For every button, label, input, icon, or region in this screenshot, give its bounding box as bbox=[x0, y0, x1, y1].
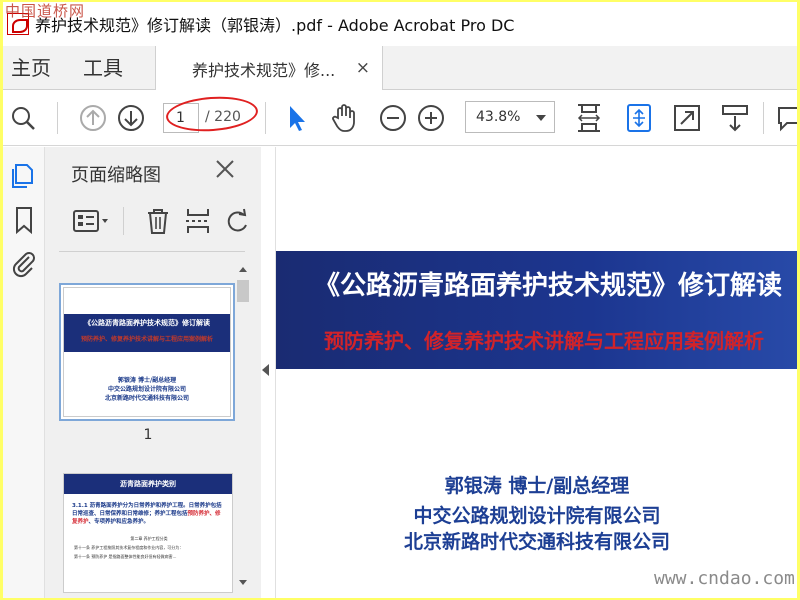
thumbnail-org-2: 北京新路时代交通科技有限公司 bbox=[104, 395, 189, 402]
delete-icon[interactable] bbox=[141, 205, 175, 237]
thumbnail-author-block: 郭银涛 博士/副总经理 中交公路规划设计院有限公司 北京新路时代交通科技有限公司 bbox=[64, 376, 230, 403]
thumbnail-banner: 《公路沥青路面养护技术规范》修订解读 预防养护、修复养护技术讲解与工程应用案例解… bbox=[64, 314, 230, 352]
thumbnail-title: 《公路沥青路面养护技术规范》修订解读 bbox=[84, 319, 210, 327]
zoom-out-icon[interactable] bbox=[377, 102, 409, 134]
scrolling-mode-icon[interactable] bbox=[623, 102, 655, 134]
toolbar-divider bbox=[265, 102, 266, 134]
thumbnail-line-1: 第二章 养护工程分类 bbox=[130, 536, 168, 541]
toolbar-divider bbox=[763, 102, 764, 134]
panel-title: 页面缩略图 bbox=[71, 165, 161, 186]
document-tab-label: 养护技术规范》修... bbox=[192, 60, 336, 80]
panel-divider bbox=[59, 251, 245, 252]
thumbnail-lines: 第二章 养护工程分类 第十一条 养护工程按照其技术复杂程度和作业内容，可分为： … bbox=[74, 534, 224, 561]
close-tab-icon[interactable]: × bbox=[356, 58, 370, 78]
hand-tool-icon[interactable] bbox=[328, 102, 360, 134]
thumbnail-page-1[interactable]: 《公路沥青路面养护技术规范》修订解读 预防养护、修复养护技术讲解与工程应用案例解… bbox=[59, 283, 235, 421]
toolbar: / 220 43.8% bbox=[3, 90, 797, 146]
chevron-down-icon bbox=[536, 115, 546, 121]
read-mode-icon[interactable] bbox=[719, 102, 751, 134]
tab-document[interactable]: 养护技术规范》修... × bbox=[155, 46, 383, 91]
thumbnails-panel: 页面缩略图 《公路沥青路面养护技术规范》修订解读 预防养护、修复养护技术讲解与工… bbox=[45, 147, 261, 598]
title-bar: 养护技术规范》修订解读（郭银涛）.pdf - Adobe Acrobat Pro… bbox=[3, 2, 797, 46]
document-view: 《公路沥青路面养护技术规范》修订解读 预防养护、修复养护技术讲解与工程应用案例解… bbox=[275, 147, 797, 598]
thumbnail-org-1: 中交公路规划设计院有限公司 bbox=[107, 386, 186, 393]
document-banner: 《公路沥青路面养护技术规范》修订解读 预防养护、修复养护技术讲解与工程应用案例解… bbox=[276, 251, 797, 369]
fit-page-icon[interactable] bbox=[573, 102, 605, 134]
window-title: 养护技术规范》修订解读（郭银涛）.pdf - Adobe Acrobat Pro… bbox=[35, 16, 515, 35]
search-icon[interactable] bbox=[7, 102, 39, 134]
thumbnail-heading: 沥青路面养护类别 bbox=[64, 474, 232, 494]
zoom-select[interactable]: 43.8% bbox=[465, 101, 555, 133]
toolbar-divider bbox=[123, 207, 124, 235]
scrollbar-thumb[interactable] bbox=[237, 280, 249, 302]
next-page-icon[interactable] bbox=[115, 102, 147, 134]
thumbnail-page-1-content: 《公路沥青路面养护技术规范》修订解读 预防养护、修复养护技术讲解与工程应用案例解… bbox=[63, 287, 231, 417]
tab-tools[interactable]: 工具 bbox=[83, 46, 123, 90]
tab-home[interactable]: 主页 bbox=[11, 46, 51, 90]
thumbnail-paragraph: 3.1.1 沥青路面养护分为日常养护和养护工程。日常养护包括日常巡查、日常保养和… bbox=[72, 502, 226, 526]
full-screen-icon[interactable] bbox=[671, 102, 703, 134]
tab-bar: 主页 工具 养护技术规范》修... × bbox=[3, 46, 797, 91]
watermark-bottom: www.cndao.com bbox=[654, 568, 795, 589]
thumbnail-line-2: 第十一条 养护工程按照其技术复杂程度和作业内容，可分为： bbox=[74, 545, 184, 550]
thumbnail-subtitle: 预防养护、修复养护技术讲解与工程应用案例解析 bbox=[80, 336, 213, 343]
panel-toolbar bbox=[45, 201, 261, 241]
close-icon[interactable] bbox=[213, 157, 237, 181]
thumbnail-page-2[interactable]: 沥青路面养护类别 3.1.1 沥青路面养护分为日常养护和养护工程。日常养护包括日… bbox=[63, 473, 233, 593]
options-menu-icon[interactable] bbox=[71, 205, 111, 237]
document-subtitle: 预防养护、修复养护技术讲解与工程应用案例解析 bbox=[324, 329, 764, 353]
watermark-top: 中国道桥网 bbox=[5, 2, 86, 20]
collapse-panel-icon[interactable] bbox=[262, 364, 269, 376]
page-thumbnails-icon[interactable] bbox=[7, 159, 41, 193]
scroll-down-icon[interactable] bbox=[235, 574, 251, 590]
zoom-in-icon[interactable] bbox=[415, 102, 447, 134]
document-title: 《公路沥青路面养护技术规范》修订解读 bbox=[314, 271, 783, 301]
document-author: 郭银涛 博士/副总经理 bbox=[444, 475, 630, 497]
toolbar-divider bbox=[57, 102, 58, 134]
rotate-icon[interactable] bbox=[221, 205, 255, 237]
select-cursor-icon[interactable] bbox=[281, 102, 313, 134]
thumbnail-page-number: 1 bbox=[143, 427, 153, 443]
document-org-1: 中交公路规划设计院有限公司 bbox=[413, 505, 661, 527]
scroll-up-icon[interactable] bbox=[235, 262, 251, 278]
navigation-rail bbox=[3, 147, 45, 598]
thumbnail-scrollbar[interactable] bbox=[235, 262, 251, 598]
previous-page-icon[interactable] bbox=[77, 102, 109, 134]
document-org-2: 北京新路时代交通科技有限公司 bbox=[403, 531, 670, 553]
thumbnail-text-b: 、专项养护和应急养护。 bbox=[88, 519, 150, 525]
thumbnail-author: 郭银涛 博士/副总经理 bbox=[117, 377, 177, 384]
split-page-icon[interactable] bbox=[181, 205, 215, 237]
acrobat-window: 养护技术规范》修订解读（郭银涛）.pdf - Adobe Acrobat Pro… bbox=[3, 2, 797, 598]
attachments-icon[interactable] bbox=[7, 247, 41, 281]
thumbnail-line-3: 第十一条 预防养护 是指路面整体性能良好但有轻微病害… bbox=[74, 554, 177, 559]
comment-icon[interactable] bbox=[773, 102, 797, 134]
zoom-value: 43.8% bbox=[476, 109, 521, 125]
bookmarks-icon[interactable] bbox=[7, 203, 41, 237]
